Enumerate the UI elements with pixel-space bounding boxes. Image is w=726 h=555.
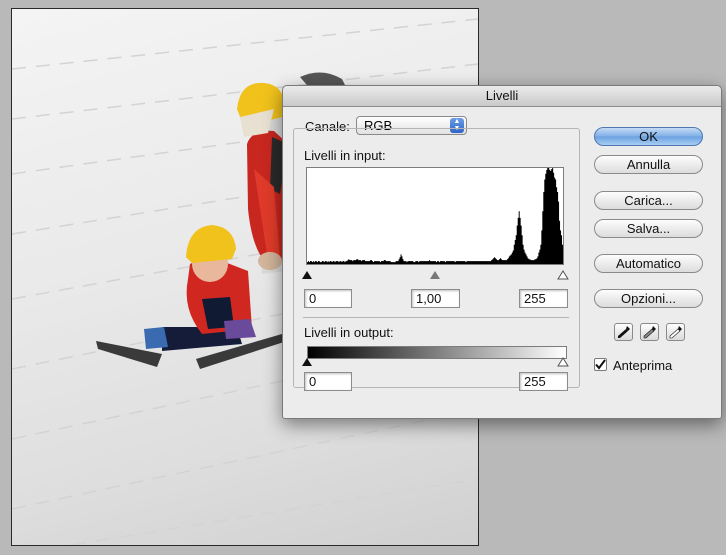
input-slider-track[interactable] [301, 269, 571, 281]
ok-button[interactable]: OK [594, 127, 703, 146]
checkmark-icon [595, 359, 606, 370]
options-button[interactable]: Opzioni... [594, 289, 703, 308]
output-black-slider[interactable] [302, 358, 312, 366]
levels-dialog: Livelli Canale: RGB ▲ ▼ Livelli in input:… [282, 85, 722, 419]
dialog-title: Livelli [485, 88, 519, 103]
preview-checkbox[interactable] [594, 358, 607, 371]
eyedropper-gray-icon [643, 326, 656, 339]
output-slider-track[interactable] [301, 356, 571, 368]
input-gamma-field[interactable] [411, 289, 460, 308]
load-button[interactable]: Carica... [594, 191, 703, 210]
input-white-field[interactable] [519, 289, 568, 308]
child-figure [96, 225, 284, 369]
eyedropper-white-icon [669, 326, 682, 339]
histogram-data [307, 168, 563, 264]
save-button[interactable]: Salva... [594, 219, 703, 238]
divider [303, 317, 569, 318]
dialog-titlebar[interactable]: Livelli [283, 86, 721, 107]
white-eyedropper-button[interactable] [666, 323, 685, 341]
output-white-slider[interactable] [557, 357, 569, 367]
input-black-field[interactable] [304, 289, 352, 308]
input-gamma-slider[interactable] [430, 271, 440, 279]
black-eyedropper-button[interactable] [614, 323, 633, 341]
preview-label: Anteprima [613, 358, 673, 373]
input-levels-label: Livelli in input: [304, 148, 386, 163]
cancel-button[interactable]: Annulla [594, 155, 703, 174]
input-white-slider[interactable] [557, 270, 569, 280]
output-levels-label: Livelli in output: [304, 325, 394, 340]
eyedropper-black-icon [618, 326, 630, 338]
output-black-field[interactable] [304, 372, 352, 391]
gray-eyedropper-button[interactable] [640, 323, 659, 341]
auto-button[interactable]: Automatico [594, 254, 703, 273]
output-white-field[interactable] [519, 372, 568, 391]
histogram [306, 167, 564, 265]
input-black-slider[interactable] [302, 271, 312, 279]
